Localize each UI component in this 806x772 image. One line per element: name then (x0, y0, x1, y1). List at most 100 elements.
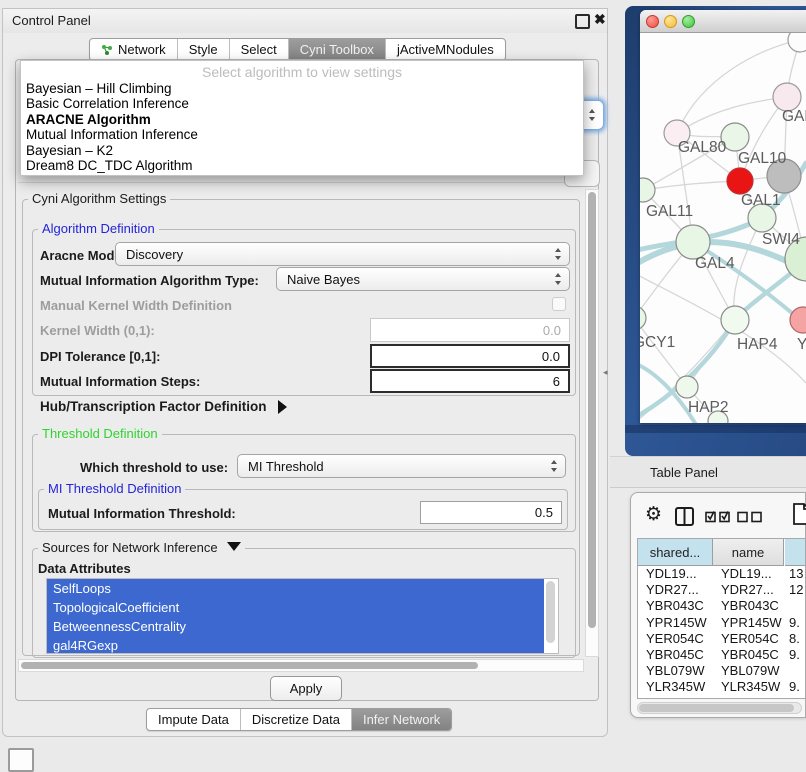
table-cell: YBL079W (646, 663, 705, 679)
network-node[interactable] (788, 33, 806, 52)
tab-infer-network[interactable]: Infer Network (352, 709, 451, 730)
column-header-a[interactable]: A (785, 539, 806, 566)
table-cell: YBR043C (646, 598, 704, 614)
document-icon[interactable] (793, 503, 806, 525)
close-button[interactable] (646, 15, 659, 28)
manual-kernel-checkbox[interactable] (552, 297, 566, 311)
tab-style[interactable]: Style (178, 39, 230, 60)
table-row[interactable]: YLR345WYLR345W9. (638, 679, 805, 695)
table-row[interactable]: YBL079WYBL079W (638, 663, 805, 679)
deselect-checkboxes-icon[interactable] (737, 510, 763, 523)
float-window-icon[interactable] (575, 14, 590, 29)
collapsed-panel-icon[interactable] (8, 748, 34, 772)
expand-down-icon (227, 542, 241, 551)
dropdown-item-aracne-algorithm[interactable]: ARACNE Algorithm (21, 112, 583, 127)
tab-network[interactable]: Network (90, 39, 178, 60)
bottom-tabs: Impute Data Discretize Data Infer Network (146, 708, 452, 731)
panel-collapse-arrow[interactable]: ◂ (603, 367, 608, 378)
aracne-mode-value: Discovery (126, 247, 183, 262)
table-cell: 13 (789, 566, 803, 582)
table-row[interactable]: YBR043CYBR043C (638, 598, 805, 614)
table-cell: 9. (789, 679, 800, 695)
algorithm-dropdown[interactable]: Select algorithm to view settings Bayesi… (20, 60, 584, 176)
minimize-button[interactable] (664, 15, 677, 28)
close-icon[interactable]: ✖ (594, 11, 606, 28)
network-node-gal11[interactable] (640, 178, 655, 202)
network-node-gal1[interactable] (727, 168, 753, 194)
network-edge[interactable] (734, 218, 762, 320)
table-horizontal-scrollbar[interactable] (637, 702, 802, 714)
scrollbar-thumb[interactable] (639, 704, 794, 712)
table-cell: YER054C (721, 631, 779, 647)
list-scrollbar[interactable] (546, 581, 555, 643)
dpi-tolerance-input[interactable]: 0.0 (370, 344, 570, 368)
node-label: GAL4 (695, 255, 735, 272)
scrollbar-thumb[interactable] (588, 192, 596, 628)
column-header-name[interactable]: name (713, 539, 784, 566)
mi-threshold-input[interactable]: 0.5 (420, 501, 562, 524)
attribute-item-gal4rgexp[interactable]: gal4RGexp (47, 636, 544, 654)
network-window-titlebar[interactable] (640, 10, 806, 33)
tab-discretize-data[interactable]: Discretize Data (241, 709, 352, 730)
tab-cyni-toolbox[interactable]: Cyni Toolbox (289, 39, 386, 60)
attribute-item-selfloops[interactable]: SelfLoops (47, 579, 544, 598)
mi-threshold-label: Mutual Information Threshold: (48, 506, 236, 521)
network-node-gcy1[interactable] (640, 306, 646, 330)
mi-type-select[interactable]: Naive Bayes (276, 267, 570, 291)
table-cell: YIL052C (721, 696, 772, 700)
which-threshold-value: MI Threshold (248, 459, 324, 474)
network-edge[interactable] (640, 318, 687, 387)
sources-toggle[interactable]: Sources for Network Inference (38, 541, 245, 555)
which-threshold-select[interactable]: MI Threshold (237, 454, 566, 478)
table-row[interactable]: YER054CYER054C8. (638, 631, 805, 647)
attribute-item-topologicalcoefficient[interactable]: TopologicalCoefficient (47, 598, 544, 617)
table-row[interactable]: YDL19...YDL19...13 (638, 566, 805, 582)
dropdown-item-bayesian-k2[interactable]: Bayesian – K2 (21, 143, 583, 158)
kernel-width-input[interactable]: 0.0 (370, 318, 570, 342)
data-attributes-list[interactable]: SelfLoopsTopologicalCoefficientBetweenne… (46, 578, 559, 654)
network-canvas[interactable]: GALGAL80GAL10GAL1GAL11SWI4GAL4GCY1HAP4YH… (640, 33, 806, 423)
network-node-hap4[interactable] (721, 306, 749, 334)
tab-select[interactable]: Select (230, 39, 289, 60)
table-cell: 9. (789, 647, 800, 663)
network-node-gal[interactable] (773, 83, 801, 111)
split-columns-icon[interactable] (675, 507, 694, 526)
tab-label: Discretize Data (252, 709, 340, 730)
dropdown-item-bayesian-hill-climbing[interactable]: Bayesian – Hill Climbing (21, 81, 583, 96)
apply-button[interactable]: Apply (270, 676, 342, 701)
aracne-mode-select[interactable]: Discovery (115, 242, 570, 266)
table-row[interactable]: YBR045CYBR045C9. (638, 647, 805, 663)
kernel-width-value: 0.0 (543, 323, 561, 338)
tab-jactivemnodules[interactable]: jActiveMNodules (386, 39, 505, 60)
settings-vertical-scrollbar[interactable] (585, 189, 599, 657)
node-label: HAP2 (688, 399, 729, 416)
dropdown-item-mutual-information-inference[interactable]: Mutual Information Inference (21, 127, 583, 142)
mi-steps-input[interactable]: 6 (370, 369, 570, 393)
kernel-width-label: Kernel Width (0,1): (40, 323, 155, 338)
table-cell: YPR145W (646, 615, 707, 631)
table-row[interactable]: YPR145WYPR145W9. (638, 615, 805, 631)
tab-label: Impute Data (158, 709, 229, 730)
gear-icon[interactable]: ⚙ (645, 503, 662, 525)
settings-horizontal-scrollbar[interactable] (18, 659, 584, 672)
attribute-item-betweennesscentrality[interactable]: BetweennessCentrality (47, 617, 544, 636)
tab-impute-data[interactable]: Impute Data (147, 709, 241, 730)
network-node-hap2[interactable] (676, 376, 698, 398)
dropdown-item-dream8-dc-tdc-algorithm[interactable]: Dream8 DC_TDC Algorithm (21, 158, 583, 173)
table-rows: YDL19...YDL19...13YDR27...YDR27...12YBR0… (638, 566, 805, 699)
select-all-checkboxes-icon[interactable] (705, 510, 731, 523)
table-panel-bar: Table Panel (610, 456, 806, 488)
dropdown-item-basic-correlation-inference[interactable]: Basic Correlation Inference (21, 96, 583, 111)
hub-section-toggle[interactable]: Hub/Transcription Factor Definition (40, 399, 287, 414)
network-window: GALGAL80GAL10GAL1GAL11SWI4GAL4GCY1HAP4YH… (640, 10, 806, 423)
node-label: GAL11 (646, 203, 693, 220)
table-row[interactable]: YIL052CYIL052C9 (638, 696, 805, 700)
scrollbar-thumb[interactable] (21, 662, 478, 669)
table-cell: YDL19... (646, 566, 697, 582)
table-row[interactable]: YDR27...YDR27...12 (638, 582, 805, 598)
network-node-gal4[interactable] (676, 225, 710, 259)
table-panel-title: Table Panel (650, 465, 718, 480)
frame-shadow-band (625, 425, 806, 433)
zoom-button[interactable] (682, 15, 695, 28)
column-header-shared[interactable]: shared... (638, 539, 713, 566)
